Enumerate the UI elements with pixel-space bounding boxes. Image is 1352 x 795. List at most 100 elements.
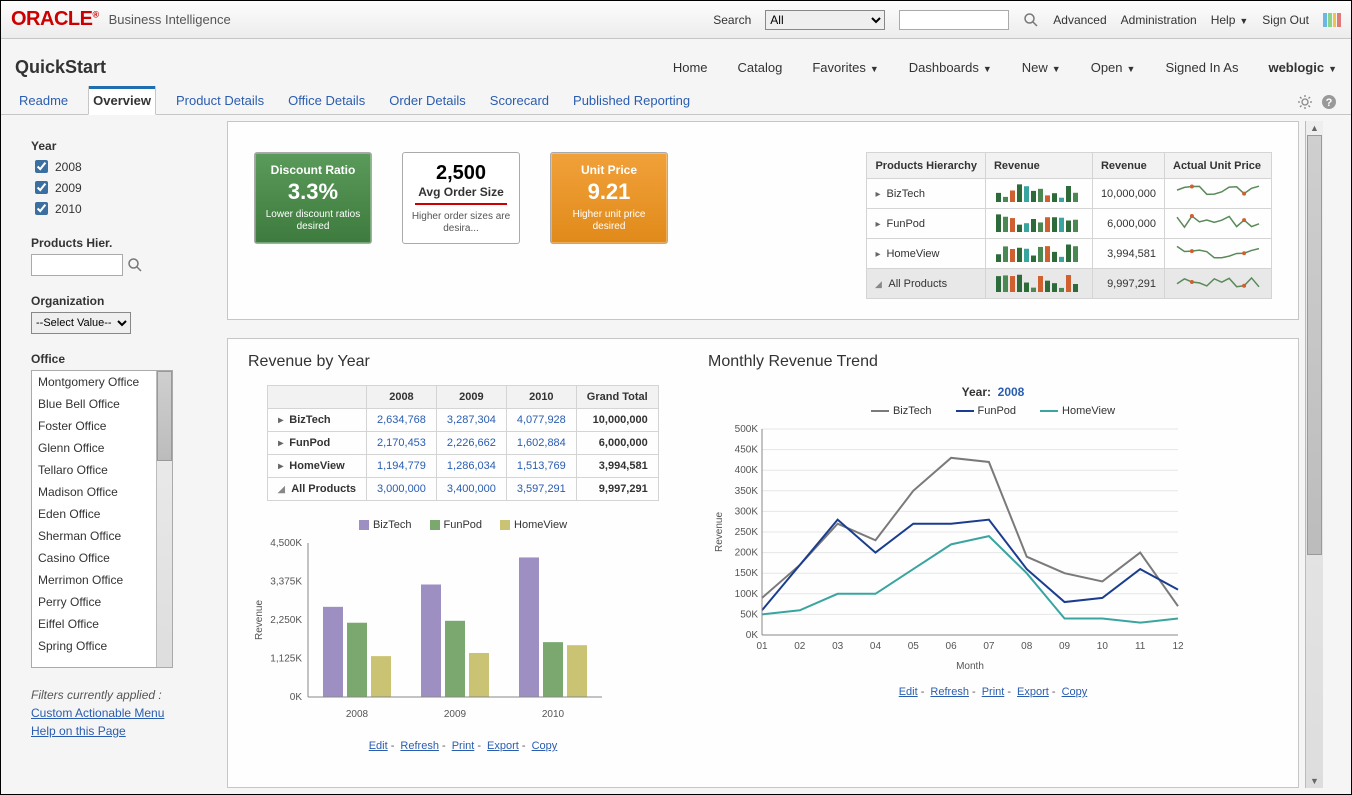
- office-option[interactable]: Glenn Office: [32, 437, 156, 459]
- products-filter-label: Products Hier.: [31, 236, 217, 250]
- rev-row-label[interactable]: FunPod: [268, 432, 367, 455]
- administration-link[interactable]: Administration: [1121, 13, 1197, 27]
- legend-homeview: HomeView: [500, 519, 567, 531]
- content-scrollbar[interactable]: ▲ ▼: [1305, 121, 1323, 788]
- monthly-title: Monthly Revenue Trend: [708, 353, 1278, 371]
- rev-row-label[interactable]: BizTech: [268, 409, 367, 432]
- tile-order-note: Higher order sizes are desira...: [403, 211, 519, 235]
- office-option[interactable]: Spring Office: [32, 635, 156, 657]
- tab-order-details[interactable]: Order Details: [385, 87, 470, 114]
- legend-line-biztech: BizTech: [871, 405, 932, 417]
- hier-row-label[interactable]: HomeView: [867, 239, 985, 269]
- hier-total-label[interactable]: All Products: [867, 269, 985, 299]
- monthly-year-value[interactable]: 2008: [998, 385, 1025, 399]
- m-export[interactable]: Export: [1017, 686, 1049, 698]
- office-option[interactable]: Madison Office: [32, 481, 156, 503]
- office-option[interactable]: Merrimon Office: [32, 569, 156, 591]
- svg-text:100K: 100K: [735, 589, 759, 600]
- office-option[interactable]: Foster Office: [32, 415, 156, 437]
- tile-order-value: 2,500: [436, 162, 486, 185]
- svg-text:0K: 0K: [746, 630, 759, 641]
- oracle-logo: ORACLE®: [11, 8, 99, 31]
- legend-funpod: FunPod: [430, 519, 483, 531]
- tile-unit-value: 9.21: [588, 179, 631, 205]
- org-select[interactable]: --Select Value--: [31, 312, 131, 334]
- svg-text:500K: 500K: [735, 424, 759, 435]
- products-search-icon[interactable]: [127, 257, 143, 273]
- tab-readme[interactable]: Readme: [15, 87, 72, 114]
- tile-discount-ratio: Discount Ratio 3.3% Lower discount ratio…: [254, 152, 372, 244]
- svg-text:?: ?: [1326, 97, 1333, 109]
- svg-text:02: 02: [794, 641, 806, 652]
- rev-export[interactable]: Export: [487, 740, 519, 752]
- rev-refresh[interactable]: Refresh: [400, 740, 439, 752]
- hier-col-rev: Revenue: [1092, 153, 1164, 179]
- office-option[interactable]: Eden Office: [32, 503, 156, 525]
- products-search-input[interactable]: [31, 254, 123, 276]
- svg-text:06: 06: [946, 641, 958, 652]
- year-2009-checkbox[interactable]: [35, 181, 48, 194]
- menu-favorites[interactable]: Favorites: [812, 60, 878, 75]
- office-option[interactable]: Eiffel Office: [32, 613, 156, 635]
- spark-total: [994, 272, 1084, 292]
- menu-catalog[interactable]: Catalog: [738, 60, 783, 75]
- search-input[interactable]: [899, 10, 1009, 30]
- tile-unit-note: Higher unit price desired: [551, 209, 667, 233]
- gear-icon[interactable]: [1297, 94, 1313, 110]
- rev-total-label[interactable]: All Products: [268, 478, 367, 501]
- user-menu[interactable]: weblogic: [1268, 60, 1337, 75]
- rev-by-year-title: Revenue by Year: [248, 353, 678, 371]
- svg-text:3,375K: 3,375K: [270, 577, 302, 588]
- tab-published-reporting[interactable]: Published Reporting: [569, 87, 694, 114]
- svg-text:1,125K: 1,125K: [270, 654, 302, 665]
- svg-text:08: 08: [1021, 641, 1033, 652]
- help-menu[interactable]: Help: [1211, 13, 1249, 27]
- global-header: ORACLE® Business Intelligence Search All…: [1, 1, 1351, 39]
- office-option[interactable]: Sherman Office: [32, 525, 156, 547]
- year-2010-checkbox[interactable]: [35, 202, 48, 215]
- bar-chart-svg: 0K1,125K2,250K3,375K4,500KRevenue2008200…: [248, 537, 608, 727]
- svg-text:2010: 2010: [542, 709, 565, 720]
- tab-overview[interactable]: Overview: [88, 86, 156, 115]
- search-label: Search: [713, 13, 751, 27]
- office-option[interactable]: Perry Office: [32, 591, 156, 613]
- theme-swatches-icon[interactable]: [1323, 13, 1341, 27]
- signedin-label: Signed In As: [1165, 60, 1238, 75]
- tab-office-details[interactable]: Office Details: [284, 87, 369, 114]
- menu-new[interactable]: New: [1022, 60, 1061, 75]
- hier-col-product: Products Hierarchy: [867, 153, 985, 179]
- svg-text:Month: Month: [956, 661, 984, 672]
- custom-actionable-menu-link[interactable]: Custom Actionable Menu: [31, 706, 217, 720]
- search-scope-select[interactable]: All: [765, 10, 885, 30]
- office-option[interactable]: Montgomery Office: [32, 371, 156, 393]
- year-2008-checkbox[interactable]: [35, 160, 48, 173]
- m-print[interactable]: Print: [982, 686, 1005, 698]
- filter-pane: Year 2008 2009 2010 Products Hier. Organ…: [1, 115, 225, 794]
- office-option[interactable]: Blue Bell Office: [32, 393, 156, 415]
- office-option[interactable]: Casino Office: [32, 547, 156, 569]
- rev-copy[interactable]: Copy: [532, 740, 558, 752]
- m-edit[interactable]: Edit: [899, 686, 918, 698]
- m-copy[interactable]: Copy: [1062, 686, 1088, 698]
- tab-scorecard[interactable]: Scorecard: [486, 87, 553, 114]
- rev-row-label[interactable]: HomeView: [268, 455, 367, 478]
- tile-discount-note: Lower discount ratios desired: [255, 209, 371, 233]
- office-listbox[interactable]: Montgomery OfficeBlue Bell OfficeFoster …: [31, 370, 173, 668]
- office-option[interactable]: Tellaro Office: [32, 459, 156, 481]
- hier-row-label[interactable]: BizTech: [867, 179, 985, 209]
- rev-edit[interactable]: Edit: [369, 740, 388, 752]
- search-icon[interactable]: [1023, 12, 1039, 28]
- hier-row-label[interactable]: FunPod: [867, 209, 985, 239]
- help-icon[interactable]: ?: [1321, 94, 1337, 110]
- office-scrollbar[interactable]: [156, 371, 172, 667]
- help-on-page-link[interactable]: Help on this Page: [31, 724, 217, 738]
- svg-text:03: 03: [832, 641, 844, 652]
- advanced-link[interactable]: Advanced: [1053, 13, 1106, 27]
- m-refresh[interactable]: Refresh: [930, 686, 969, 698]
- signout-link[interactable]: Sign Out: [1262, 13, 1309, 27]
- menu-home[interactable]: Home: [673, 60, 708, 75]
- menu-open[interactable]: Open: [1091, 60, 1136, 75]
- rev-print[interactable]: Print: [452, 740, 475, 752]
- menu-dashboards[interactable]: Dashboards: [909, 60, 992, 75]
- tab-product-details[interactable]: Product Details: [172, 87, 268, 114]
